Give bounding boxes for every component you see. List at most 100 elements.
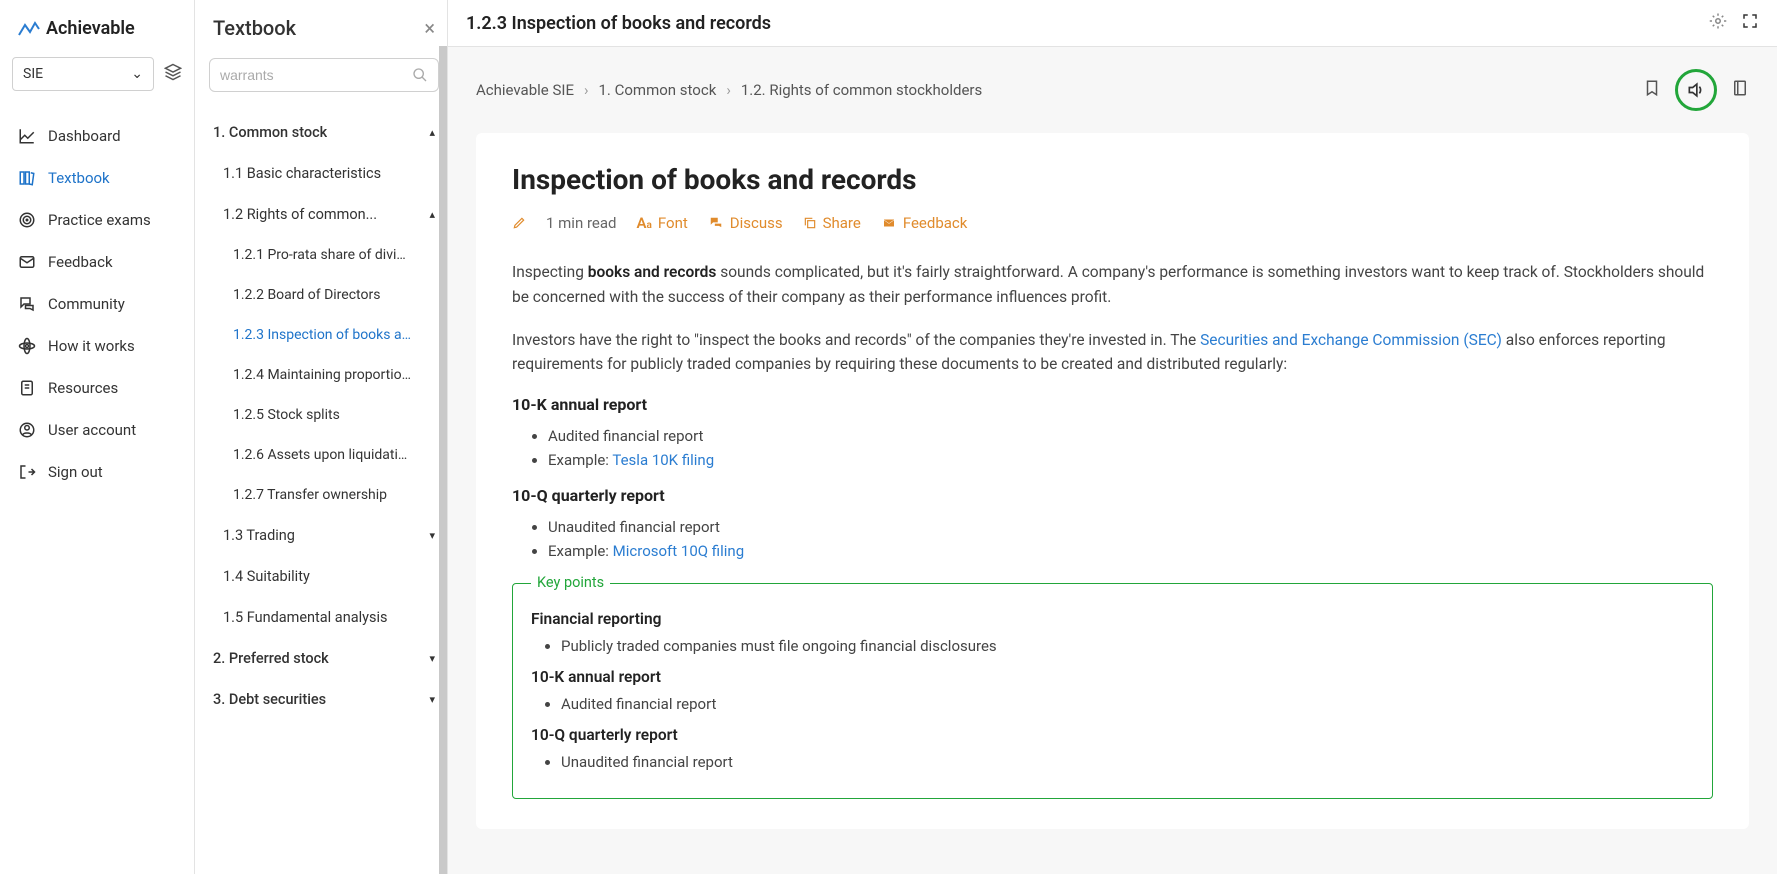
meta-row: 1 min read AaFont Discuss Share Feedback	[512, 214, 1713, 232]
article-title: Inspection of books and records	[512, 163, 1713, 196]
content-area: 1.2.3 Inspection of books and records Ac…	[448, 0, 1777, 874]
atom-icon	[18, 337, 36, 355]
nav-label: Textbook	[48, 169, 110, 187]
microsoft-link[interactable]: Microsoft 10Q filing	[613, 542, 744, 560]
toc-1-2-7[interactable]: 1.2.7 Transfer ownership	[209, 475, 439, 515]
nav-label: Community	[48, 295, 125, 313]
course-select-value: SIE	[23, 66, 43, 82]
read-time: 1 min read	[546, 214, 616, 232]
list-10k: Audited financial report Example: Tesla …	[512, 424, 1713, 472]
list-item: Unaudited financial report	[548, 515, 1713, 539]
heading-10q: 10-Q quarterly report	[512, 486, 1713, 505]
breadcrumb-area: Achievable SIE › 1. Common stock › 1.2. …	[448, 47, 1777, 133]
chat-icon	[18, 295, 36, 313]
list-item: Audited financial report	[548, 424, 1713, 448]
chevron-right-icon: ›	[584, 81, 589, 99]
nav-label: Dashboard	[48, 127, 121, 145]
nav-dashboard[interactable]: Dashboard	[0, 115, 194, 157]
list-item: Unaudited financial report	[561, 750, 1694, 774]
font-icon: Aa	[636, 214, 651, 232]
sec-link[interactable]: Securities and Exchange Commission (SEC)	[1200, 331, 1502, 349]
logo[interactable]: Achievable	[0, 10, 194, 57]
search-box[interactable]	[209, 58, 439, 92]
article-scroll[interactable]: Inspection of books and records 1 min re…	[448, 133, 1777, 874]
textbook-panel: Textbook × 1. Common stock▴ 1.1 Basic ch…	[195, 0, 448, 874]
close-icon[interactable]: ×	[424, 16, 435, 40]
paragraph-1: Inspecting books and records sounds comp…	[512, 260, 1713, 310]
nav-label: Feedback	[48, 253, 113, 271]
stack-icon[interactable]	[164, 63, 182, 85]
toc-1-4[interactable]: 1.4 Suitability	[209, 556, 439, 597]
nav-label: User account	[48, 421, 136, 439]
course-select[interactable]: SIE ⌄	[12, 57, 154, 91]
user-icon	[18, 421, 36, 439]
comments-icon	[708, 216, 724, 230]
font-button[interactable]: AaFont	[636, 214, 687, 232]
crumb-root[interactable]: Achievable SIE	[476, 81, 574, 99]
nav-label: How it works	[48, 337, 135, 355]
nav-textbook[interactable]: Textbook	[0, 157, 194, 199]
paragraph-2: Investors have the right to "inspect the…	[512, 328, 1713, 378]
books-icon	[18, 169, 36, 187]
nav-account[interactable]: User account	[0, 409, 194, 451]
key-points-label: Key points	[531, 574, 610, 591]
crumb-section[interactable]: 1. Common stock	[599, 81, 717, 99]
document-icon	[18, 379, 36, 397]
chevron-down-icon: ⌄	[131, 66, 143, 82]
panel-title: Textbook	[213, 16, 296, 40]
caret-down-icon: ▾	[429, 693, 435, 706]
caret-up-icon: ▴	[429, 208, 435, 221]
fullscreen-icon[interactable]	[1741, 12, 1759, 34]
toc-1-2-5[interactable]: 1.2.5 Stock splits	[209, 395, 439, 435]
search-icon	[412, 67, 428, 83]
edit-button[interactable]	[512, 216, 526, 230]
search-input[interactable]	[220, 67, 412, 83]
signout-icon	[18, 463, 36, 481]
toc-section-1[interactable]: 1. Common stock▴	[209, 112, 439, 153]
nav-feedback[interactable]: Feedback	[0, 241, 194, 283]
logo-icon	[18, 20, 40, 38]
toc-1-3[interactable]: 1.3 Trading▾	[209, 515, 439, 556]
crumb-subsection[interactable]: 1.2. Rights of common stockholders	[741, 81, 982, 99]
nav-community[interactable]: Community	[0, 283, 194, 325]
toc-1-2-4[interactable]: 1.2.4 Maintaining proportion...	[209, 355, 439, 395]
header-bar: 1.2.3 Inspection of books and records	[448, 0, 1777, 47]
caret-down-icon: ▾	[429, 652, 435, 665]
list-item: Audited financial report	[561, 692, 1694, 716]
copy-icon	[803, 216, 817, 230]
chart-line-icon	[18, 127, 36, 145]
toc-1-2-6[interactable]: 1.2.6 Assets upon liquidation	[209, 435, 439, 475]
settings-icon[interactable]	[1709, 12, 1727, 34]
nav-signout[interactable]: Sign out	[0, 451, 194, 493]
list-10q: Unaudited financial report Example: Micr…	[512, 515, 1713, 563]
toc-1-2-3[interactable]: 1.2.3 Inspection of books an...	[209, 315, 439, 355]
sidebar-left: Achievable SIE ⌄ Dashboard Textbook Prac…	[0, 0, 195, 874]
nav-list: Dashboard Textbook Practice exams Feedba…	[0, 105, 194, 493]
share-button[interactable]: Share	[803, 214, 861, 232]
feedback-button[interactable]: Feedback	[881, 214, 968, 232]
tesla-link[interactable]: Tesla 10K filing	[612, 451, 714, 469]
toc-1-2[interactable]: 1.2 Rights of common...▴	[209, 194, 439, 235]
toc-section-3[interactable]: 3. Debt securities▾	[209, 679, 439, 720]
toc-1-2-2[interactable]: 1.2.2 Board of Directors	[209, 275, 439, 315]
audio-button[interactable]	[1675, 69, 1717, 111]
nav-how[interactable]: How it works	[0, 325, 194, 367]
caret-up-icon: ▴	[429, 126, 435, 139]
mail-icon	[18, 253, 36, 271]
bookmark-icon[interactable]	[1643, 78, 1661, 102]
kp-heading: 10-Q quarterly report	[531, 726, 1694, 744]
envelope-icon	[881, 217, 897, 229]
course-selector-row: SIE ⌄	[0, 57, 194, 105]
toc-list: 1. Common stock▴ 1.1 Basic characteristi…	[209, 112, 439, 720]
toc-1-2-1[interactable]: 1.2.1 Pro-rata share of divid...	[209, 235, 439, 275]
nav-practice[interactable]: Practice exams	[0, 199, 194, 241]
toc-1-5[interactable]: 1.5 Fundamental analysis	[209, 597, 439, 638]
nav-label: Practice exams	[48, 211, 151, 229]
nav-resources[interactable]: Resources	[0, 367, 194, 409]
toc-section-2[interactable]: 2. Preferred stock▾	[209, 638, 439, 679]
discuss-button[interactable]: Discuss	[708, 214, 783, 232]
toc-1-1[interactable]: 1.1 Basic characteristics	[209, 153, 439, 194]
caret-down-icon: ▾	[429, 529, 435, 542]
logo-text: Achievable	[46, 18, 135, 39]
notebook-icon[interactable]	[1731, 78, 1749, 102]
